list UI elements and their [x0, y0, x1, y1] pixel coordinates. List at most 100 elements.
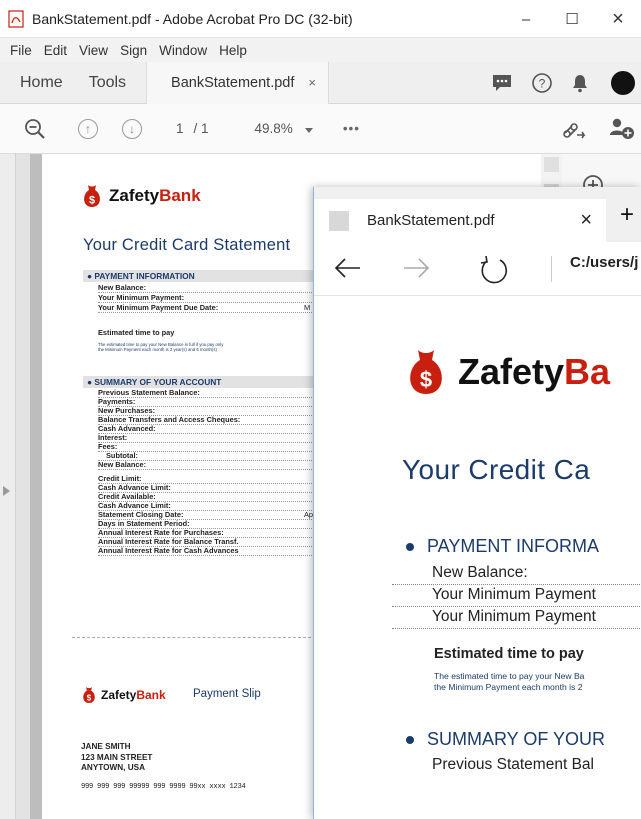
scroll-up-button[interactable]: [544, 157, 559, 172]
limit-row-label: Statement Closing Date:: [98, 510, 184, 519]
add-user-icon[interactable]: [608, 117, 636, 141]
edge-tab-close-icon[interactable]: ×: [580, 209, 592, 232]
edge-row: New Balance:: [432, 564, 528, 581]
tab-home[interactable]: Home: [0, 62, 83, 104]
minimize-button[interactable]: –: [503, 0, 549, 38]
edge-navigation-bar: C:/users/j: [314, 242, 641, 296]
payment-due-value: M: [304, 303, 311, 312]
menu-file[interactable]: File: [10, 43, 32, 58]
bullet-dot: [406, 736, 414, 745]
address-line: ANYTOWN, USA: [81, 763, 145, 772]
brand-name-second: Ba: [564, 351, 611, 392]
slip-brand-logo: $ Zafety Bank: [81, 686, 166, 704]
brand-logo: $ Zafety Bank: [81, 184, 201, 208]
page-total: / 1: [193, 121, 209, 136]
payment-slip-label: Payment Slip: [193, 688, 261, 700]
account-number-line: 999 999 999 99999 999 9999 99xx xxxx 123…: [81, 783, 246, 791]
left-panel-rail[interactable]: [0, 154, 16, 819]
edge-row: Your Minimum Payment: [432, 608, 596, 625]
estimated-text-line: the Minimum Payment each month is 2 year…: [98, 347, 217, 353]
estimated-time-text: The estimated time to pay your New Balan…: [98, 342, 318, 353]
comment-icon[interactable]: [491, 73, 513, 93]
refresh-icon[interactable]: [478, 254, 510, 291]
page-shadow: [30, 154, 42, 819]
zoom-value: 49.8%: [254, 121, 293, 136]
brand-name-first: Zafety: [101, 688, 137, 702]
bell-icon[interactable]: [571, 73, 589, 93]
dotted-rule: [392, 628, 641, 629]
help-icon[interactable]: ?: [531, 72, 553, 94]
address-bar[interactable]: C:/users/j: [570, 255, 638, 269]
tab-document[interactable]: BankStatement.pdf ×: [146, 61, 329, 104]
next-page-icon[interactable]: ↓: [122, 118, 142, 139]
edge-row: Previous Statement Bal: [432, 756, 594, 773]
address-line: JANE SMITH: [81, 742, 131, 751]
more-tools-icon[interactable]: •••: [343, 121, 360, 136]
svg-text:$: $: [89, 195, 95, 207]
zoom-out-icon[interactable]: [24, 118, 46, 140]
edge-estimated-text: The estimated time to pay your New Ba th…: [434, 671, 584, 692]
menu-view[interactable]: View: [79, 43, 108, 58]
pdf-app-icon: [8, 9, 24, 28]
edge-estimated-title: Estimated time to pay: [434, 646, 584, 662]
closing-date-value: Ap: [304, 510, 314, 519]
back-arrow-icon[interactable]: [332, 254, 362, 287]
money-bag-icon: $: [81, 686, 97, 704]
brand-name-first: Zafety: [109, 186, 160, 205]
svg-text:$: $: [420, 367, 432, 392]
tab-document-label: BankStatement.pdf: [171, 74, 295, 91]
edge-payment-section: PAYMENT INFORMA: [406, 536, 641, 557]
estimated-text-line: the Minimum Payment each month is 2: [434, 681, 583, 692]
menu-sign[interactable]: Sign: [120, 43, 147, 58]
edge-brand-logo: $ Zafety Ba: [404, 348, 610, 396]
svg-text:?: ?: [539, 77, 546, 91]
edge-summary-section-label: SUMMARY OF YOUR: [427, 729, 606, 749]
dotted-rule: [392, 606, 641, 607]
maximize-button[interactable]: ☐: [549, 0, 595, 38]
money-bag-icon: $: [81, 184, 103, 208]
zoom-select[interactable]: 49.8%: [247, 118, 321, 139]
chevron-down-icon: [304, 121, 313, 136]
dotted-rule: [392, 584, 641, 585]
forward-arrow-icon[interactable]: [402, 254, 432, 287]
brand-name-second: Bank: [159, 186, 201, 205]
profile-avatar[interactable]: [607, 69, 641, 97]
tab-close-icon[interactable]: ×: [308, 75, 316, 90]
edge-browser-window: BankStatement.pdf × + C:/users/j $ Zafet…: [313, 187, 641, 819]
edge-tab-bar: BankStatement.pdf × +: [314, 187, 641, 242]
estimated-time-title: Estimated time to pay: [98, 328, 175, 337]
previous-page-icon[interactable]: ↑: [78, 118, 98, 139]
edge-tab[interactable]: BankStatement.pdf ×: [314, 199, 606, 242]
brand-name-first: Zafety: [458, 351, 565, 392]
bullet-dot: [406, 543, 414, 552]
mailing-address: JANE SMITH 123 MAIN STREET ANYTOWN, USA: [81, 742, 152, 774]
menu-edit[interactable]: Edit: [44, 43, 67, 58]
statement-heading: Your Credit Card Statement: [83, 236, 291, 254]
favicon-icon: [329, 210, 349, 231]
edge-pdf-content: $ Zafety Ba Your Credit Ca PAYMENT INFORM…: [314, 296, 641, 819]
window-title: BankStatement.pdf - Adobe Acrobat Pro DC…: [32, 10, 353, 27]
menu-help[interactable]: Help: [219, 43, 247, 58]
edge-payment-section-label: PAYMENT INFORMA: [427, 536, 600, 556]
nav-divider: [551, 256, 552, 282]
close-window-button[interactable]: ×: [595, 0, 641, 38]
estimated-text-line: The estimated time to pay your New Ba: [434, 671, 585, 681]
edge-summary-section: SUMMARY OF YOUR: [406, 729, 605, 750]
acrobat-tab-bar: Home Tools BankStatement.pdf × ?: [0, 61, 641, 104]
acrobat-titlebar: BankStatement.pdf - Adobe Acrobat Pro DC…: [0, 0, 641, 38]
tab-tools[interactable]: Tools: [83, 62, 146, 104]
payment-row-label: Your Minimum Payment Due Date:: [98, 303, 219, 312]
acrobat-toolbar: ↑ ↓ 1 / 1 49.8% •••: [0, 104, 641, 154]
money-bag-icon: $: [404, 348, 448, 396]
expand-panel-icon[interactable]: [3, 486, 10, 496]
edge-statement-heading: Your Credit Ca: [402, 454, 591, 485]
new-tab-icon[interactable]: +: [620, 201, 634, 229]
menu-window[interactable]: Window: [159, 43, 207, 58]
edge-tab-title: BankStatement.pdf: [367, 212, 495, 229]
menu-bar: File Edit View Sign Window Help: [0, 38, 641, 62]
brand-name-second: Bank: [136, 688, 166, 702]
edge-row: Your Minimum Payment: [432, 586, 596, 603]
share-link-icon[interactable]: [562, 119, 588, 139]
svg-text:$: $: [87, 693, 92, 702]
page-number-input[interactable]: 1: [176, 121, 184, 136]
